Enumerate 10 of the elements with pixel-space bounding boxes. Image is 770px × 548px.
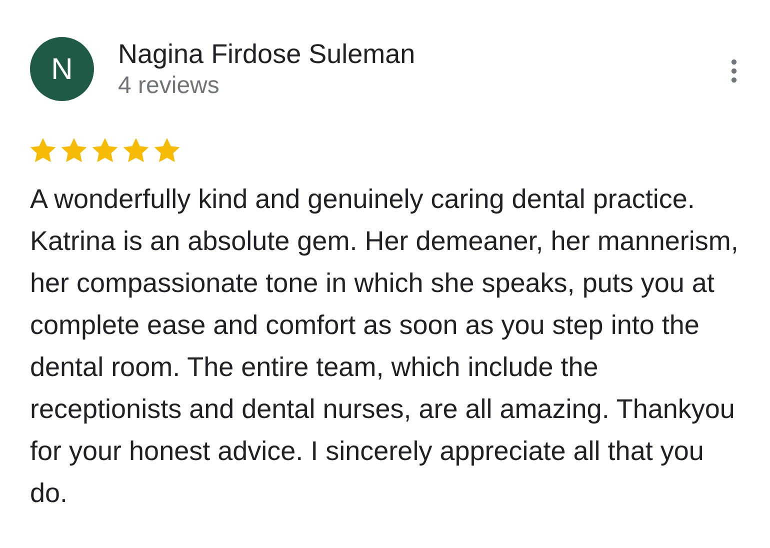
more-options-icon[interactable] xyxy=(730,58,738,84)
star-icon xyxy=(122,137,150,164)
star-icon xyxy=(60,137,88,164)
review-text: A wonderfully kind and genuinely caring dental practice. Katrina is an absolute gem. Her demeaner, her mannerism, her compassionate tone in which she speaks, puts you at complete ease and comfort as soon as you step into the dental room. The entire team, which include the receptionists and dental nurses, are all amazing. Thankyou for your honest advice. I sincerely appreciate all that you do. xyxy=(30,183,740,510)
star-icon xyxy=(29,137,57,164)
star-icon xyxy=(153,137,181,164)
star-icon xyxy=(91,137,119,164)
review-count: 4 reviews xyxy=(118,71,220,101)
avatar: N xyxy=(30,37,94,101)
author-name[interactable]: Nagina Firdose Suleman xyxy=(118,38,416,70)
